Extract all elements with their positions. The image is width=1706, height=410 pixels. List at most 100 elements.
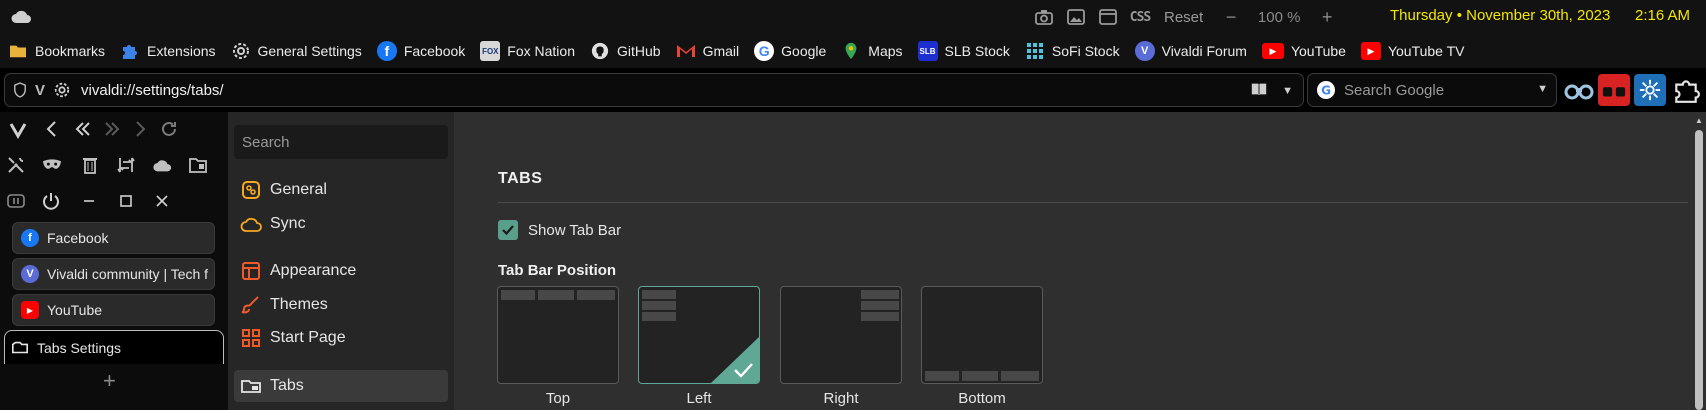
reload-icon[interactable] [154, 112, 184, 146]
bookmarks-bar: Bookmarks Extensions General Settings f … [0, 34, 1706, 68]
show-tab-bar-checkbox[interactable]: Show Tab Bar [498, 220, 621, 240]
bookmark-youtube-tv[interactable]: ▶ YouTube TV [1360, 42, 1465, 60]
bookmark-extensions[interactable]: Extensions [120, 41, 216, 61]
scroll-up-icon[interactable]: ▲ [1695, 116, 1703, 125]
power-icon[interactable] [32, 184, 70, 218]
minimize-icon[interactable] [70, 184, 108, 218]
extensions-puzzle-icon[interactable] [1670, 74, 1702, 106]
address-bar[interactable]: V vivaldi://settings/tabs/ ▼ [4, 73, 1304, 107]
bookmark-label: SLB Stock [944, 43, 1010, 59]
position-option-top[interactable] [497, 286, 619, 384]
extension-binoculars-icon[interactable] [1563, 74, 1595, 106]
panel-toggle-icon[interactable] [1092, 0, 1124, 34]
search-engine-dropdown-icon[interactable]: ▼ [1537, 83, 1548, 95]
tiling-icon[interactable] [0, 184, 32, 218]
bookmark-sofi-stock[interactable]: SoFi Stock [1025, 41, 1120, 61]
nav-sync[interactable]: Sync [234, 208, 448, 240]
tab-vivaldi-community[interactable]: V Vivaldi community | Tech f [12, 258, 215, 290]
maps-icon [841, 41, 861, 61]
transfer-icon[interactable] [108, 148, 144, 182]
cloud-icon[interactable] [10, 8, 32, 26]
window-controls [0, 184, 180, 218]
position-option-right[interactable] [780, 286, 902, 384]
zoom-level: 100 % [1257, 8, 1301, 26]
bookmark-maps[interactable]: Maps [841, 41, 903, 61]
gmail-icon [676, 41, 696, 61]
bookmark-bookmarks[interactable]: Bookmarks [8, 41, 105, 61]
image-icon[interactable] [1060, 0, 1092, 34]
window-panel-icon[interactable] [180, 148, 216, 182]
checkmark-icon[interactable] [498, 220, 518, 240]
new-tab-button[interactable]: + [103, 368, 116, 394]
forward-icon[interactable] [126, 112, 154, 146]
bookmark-facebook[interactable]: f Facebook [376, 41, 465, 61]
close-icon[interactable] [144, 184, 180, 218]
back-icon[interactable] [36, 112, 68, 146]
shield-icon[interactable] [13, 82, 27, 98]
vivaldi-menu-icon[interactable]: V [35, 82, 45, 99]
bookmark-label: Maps [868, 43, 903, 59]
position-option-left[interactable] [638, 286, 760, 384]
camera-icon[interactable] [1028, 0, 1060, 34]
nav-general[interactable]: General [234, 174, 448, 206]
vivaldi-icon: V [21, 265, 39, 283]
zoom-in-button[interactable]: + [1313, 7, 1341, 28]
extension-red-glasses-icon[interactable] [1598, 74, 1630, 106]
zoom-reset-button[interactable]: Reset [1164, 9, 1203, 26]
tab-bar-position-title: Tab Bar Position [498, 262, 617, 279]
bookmark-slb-stock[interactable]: SLB SLB Stock [917, 41, 1010, 61]
settings-sidebar: Search General Sync Appearance Themes St… [228, 112, 454, 410]
nav-appearance[interactable]: Appearance [234, 255, 448, 287]
nav-label: Tabs [270, 377, 304, 394]
start-page-icon [240, 327, 262, 349]
url-text[interactable]: vivaldi://settings/tabs/ [81, 82, 224, 99]
bookmark-label: YouTube [1290, 43, 1346, 59]
nav-toolbar [0, 112, 184, 146]
zoom-out-button[interactable]: − [1217, 7, 1245, 28]
trash-icon[interactable] [72, 148, 108, 182]
tab-youtube[interactable]: ▶ YouTube [12, 294, 215, 326]
google-search-icon: G [1316, 80, 1336, 100]
fox-icon: FOX [480, 41, 501, 61]
address-dropdown-icon[interactable]: ▼ [1282, 85, 1293, 97]
fast-forward-icon[interactable] [98, 112, 126, 146]
css-icon[interactable]: CSS [1124, 0, 1156, 34]
sync-cloud-icon[interactable] [144, 148, 180, 182]
bookmark-vivaldi-forum[interactable]: V Vivaldi Forum [1134, 41, 1247, 61]
tab-tabs-settings[interactable]: Tabs Settings [4, 330, 224, 364]
bookmark-google[interactable]: G Google [754, 41, 826, 61]
search-placeholder: Search Google [1344, 81, 1445, 99]
nav-label: General [270, 181, 327, 198]
bookmark-general-settings[interactable]: General Settings [231, 41, 362, 61]
bookmark-fox-nation[interactable]: FOX Fox Nation [480, 41, 575, 61]
section-title: TABS [498, 170, 543, 187]
settings-content: TABS Show Tab Bar Tab Bar Position Top L… [454, 112, 1692, 410]
bookmark-gmail[interactable]: Gmail [676, 41, 740, 61]
extension-sun-icon[interactable] [1634, 74, 1666, 106]
vivaldi-logo-icon[interactable] [0, 112, 36, 146]
maximize-icon[interactable] [108, 184, 144, 218]
nav-label: Start Page [270, 329, 346, 346]
general-icon [240, 179, 262, 201]
bookmark-github[interactable]: GitHub [590, 41, 661, 61]
position-option-bottom[interactable] [921, 286, 1043, 384]
rewind-icon[interactable] [68, 112, 98, 146]
bookmark-label: Gmail [702, 43, 740, 59]
nav-tabs[interactable]: Tabs [234, 370, 448, 402]
tools-icon[interactable] [0, 148, 32, 182]
clock: 2:16 AM [1635, 7, 1691, 24]
scrollbar-thumb[interactable] [1695, 130, 1703, 410]
status-bar: CSS Reset − 100 % + Thursday • November … [0, 0, 1706, 34]
date-display: Thursday • November 30th, 2023 [1390, 7, 1611, 24]
bookmark-youtube[interactable]: ▶ YouTube [1261, 43, 1346, 59]
google-icon: G [754, 41, 775, 61]
settings-search-input[interactable]: Search [234, 125, 448, 159]
nav-start-page[interactable]: Start Page [234, 322, 448, 354]
reader-view-icon[interactable] [1250, 80, 1268, 101]
nav-themes[interactable]: Themes [234, 289, 448, 321]
github-icon [590, 41, 610, 61]
content-scrollbar[interactable]: ▲ [1692, 112, 1706, 410]
mask-icon[interactable] [32, 148, 72, 182]
search-field[interactable]: G Search Google ▼ [1307, 73, 1557, 107]
tab-facebook[interactable]: f Facebook [12, 222, 215, 254]
